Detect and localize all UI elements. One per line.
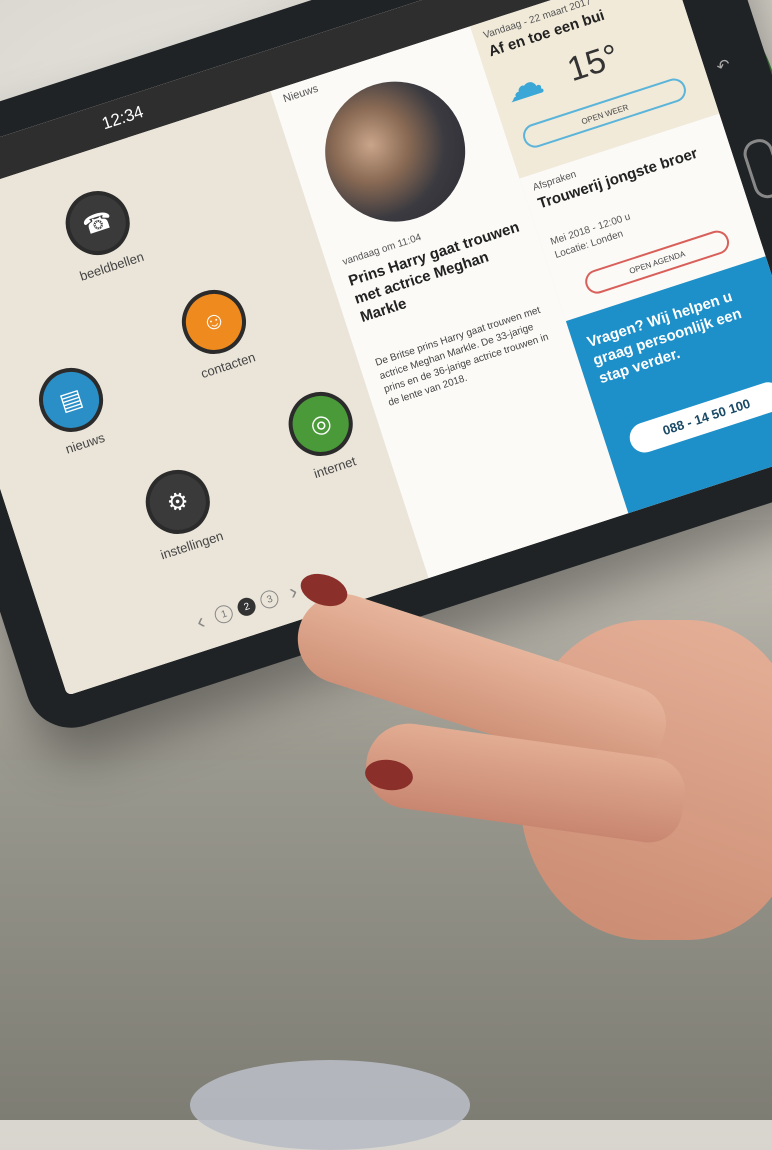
app-instellingen[interactable]: ⚙ instellingen [125, 458, 237, 567]
app-beeldbellen[interactable]: ☎ beeldbellen [45, 179, 157, 288]
book-icon: ▤ [30, 359, 112, 441]
app-email[interactable]: ✉ e-mail [0, 257, 14, 366]
app-nieuws[interactable]: ▤ nieuws [18, 356, 130, 465]
page-dot-active[interactable]: 2 [235, 595, 259, 619]
app-contacten[interactable]: ☺ contacten [161, 278, 273, 387]
app-label: e-mail [0, 323, 14, 365]
contacts-icon: ☺ [173, 281, 255, 363]
app-internet[interactable]: ◎ internet [268, 380, 380, 489]
weather-temp: 15° [562, 37, 624, 90]
page-dot[interactable]: 3 [258, 587, 282, 611]
phone-icon: ☎ [57, 182, 139, 264]
help-phone-button[interactable]: 088 - 14 50 100 [625, 378, 772, 457]
page-dot[interactable]: 1 [212, 602, 236, 626]
news-title: Prins Harry gaat trouwen met actrice Meg… [346, 218, 522, 326]
chevron-left-icon[interactable]: ‹ [193, 608, 208, 635]
back-icon[interactable]: ↶ [714, 54, 733, 77]
agenda-info: Mei 2018 - 12:00 u Locatie: Londen [549, 210, 637, 262]
status-clock: 12:34 [99, 102, 146, 134]
globe-icon: ◎ [280, 383, 362, 465]
background-stool [190, 1060, 470, 1150]
page-indicator: ‹ 1 2 3 › [187, 576, 306, 637]
news-photo [306, 63, 484, 240]
hand [286, 560, 772, 980]
gear-icon: ⚙ [137, 461, 219, 543]
chevron-right-icon[interactable]: › [286, 578, 301, 605]
news-body: De Britse prins Harry gaat trouwen met a… [374, 304, 550, 409]
rain-moon-icon: ☁ [499, 59, 549, 112]
news-header: Nieuws [281, 82, 320, 106]
